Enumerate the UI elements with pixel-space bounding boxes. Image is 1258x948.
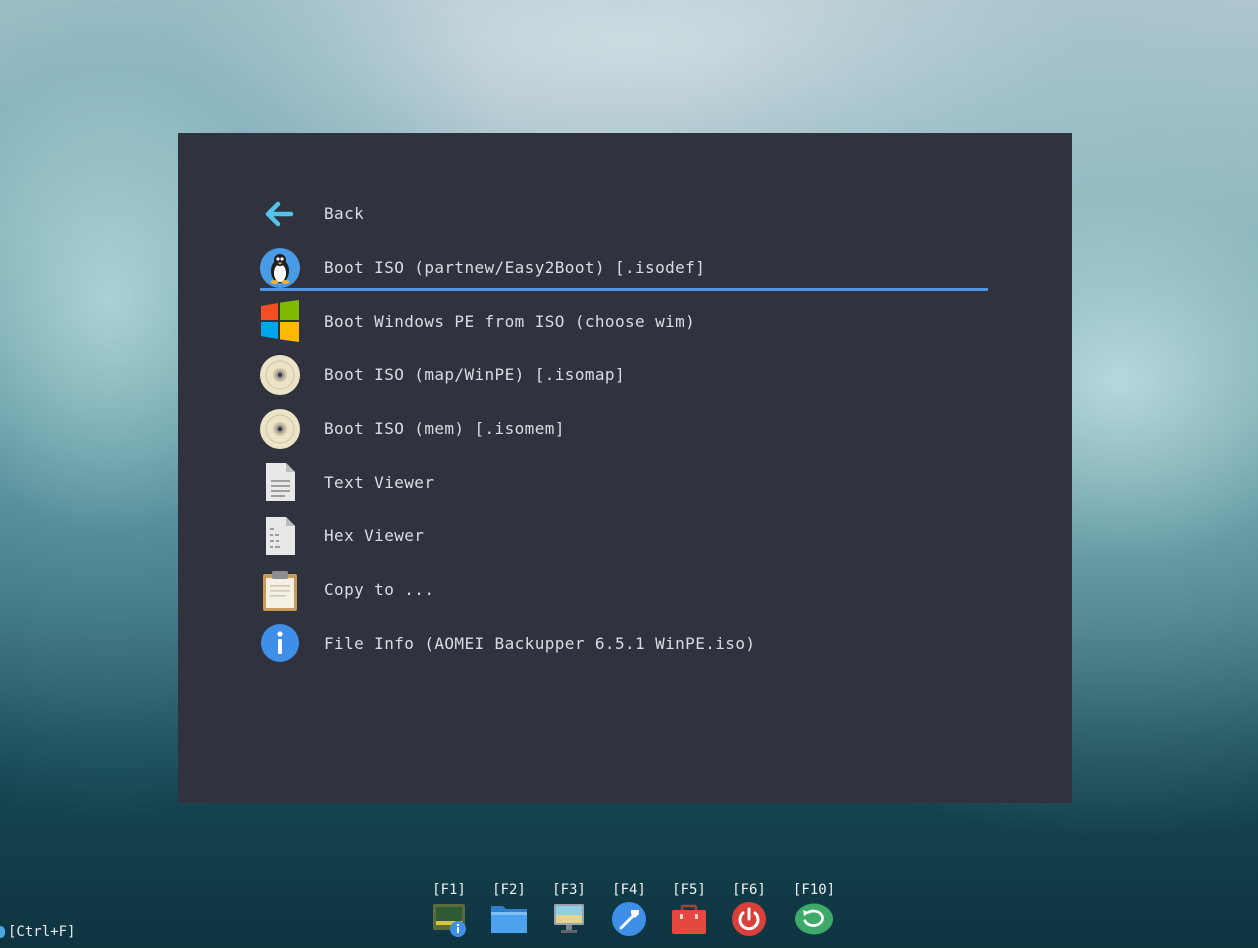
- hotkey-f3[interactable]: [F3]: [539, 880, 599, 938]
- boot-menu-panel: Back Boot ISO (partnew/Easy2Boot) [.isod…: [178, 133, 1072, 803]
- hex-file-icon: [258, 514, 302, 558]
- clipboard-icon: [258, 568, 302, 612]
- hotkey-label: [F5]: [672, 882, 706, 898]
- power-icon: [729, 900, 769, 938]
- menu-item-label: Boot Windows PE from ISO (choose wim): [324, 311, 696, 331]
- linux-tux-icon: [258, 246, 302, 290]
- hotkey-label: [F1]: [432, 882, 466, 898]
- function-key-bar: [F1] [F2] [F3] [F4] [F5] [F6] [F10]: [419, 880, 849, 938]
- search-hotkey-label: [Ctrl+F]: [8, 924, 76, 940]
- monitor-icon: [549, 900, 589, 938]
- menu-item-boot-iso-partnew[interactable]: Boot ISO (partnew/Easy2Boot) [.isodef]: [258, 241, 988, 295]
- boot-menu-list: Back Boot ISO (partnew/Easy2Boot) [.isod…: [258, 187, 988, 670]
- search-indicator-icon: [0, 926, 5, 938]
- menu-item-file-info[interactable]: File Info (AOMEI Backupper 6.5.1 WinPE.i…: [258, 617, 988, 671]
- hotkey-label: [F3]: [552, 882, 586, 898]
- menu-item-label: Hex Viewer: [324, 526, 425, 546]
- menu-item-label: Copy to ...: [324, 580, 435, 600]
- menu-item-boot-iso-map[interactable]: Boot ISO (map/WinPE) [.isomap]: [258, 348, 988, 402]
- menu-item-label: Text Viewer: [324, 472, 435, 492]
- menu-item-label: Boot ISO (mem) [.isomem]: [324, 419, 565, 439]
- back-arrow-icon: [258, 192, 302, 236]
- hotkey-f2[interactable]: [F2]: [479, 880, 539, 938]
- hotkey-label: [F2]: [492, 882, 526, 898]
- menu-item-label: Boot ISO (map/WinPE) [.isomap]: [324, 365, 625, 385]
- disc-icon: [258, 353, 302, 397]
- text-file-icon: [258, 460, 302, 504]
- menu-item-hex-viewer[interactable]: Hex Viewer: [258, 509, 988, 563]
- info-icon: [258, 621, 302, 665]
- hotkey-label: [F10]: [792, 882, 836, 898]
- menu-item-boot-iso-mem[interactable]: Boot ISO (mem) [.isomem]: [258, 402, 988, 456]
- search-hotkey-hint[interactable]: [Ctrl+F]: [0, 924, 75, 940]
- reboot-icon: [794, 900, 834, 938]
- windows-logo-icon: [258, 299, 302, 343]
- menu-item-text-viewer[interactable]: Text Viewer: [258, 455, 988, 509]
- hotkey-f1[interactable]: [F1]: [419, 880, 479, 938]
- menu-item-label: File Info (AOMEI Backupper 6.5.1 WinPE.i…: [324, 633, 756, 653]
- menu-item-copy-to[interactable]: Copy to ...: [258, 563, 988, 617]
- hotkey-label: [F6]: [732, 882, 766, 898]
- menu-item-label: Boot ISO (partnew/Easy2Boot) [.isodef]: [324, 258, 706, 278]
- menu-item-boot-windows-pe[interactable]: Boot Windows PE from ISO (choose wim): [258, 294, 988, 348]
- system-info-icon: [429, 900, 469, 938]
- disc-icon: [258, 407, 302, 451]
- toolbox-icon: [669, 900, 709, 938]
- hotkey-label: [F4]: [612, 882, 646, 898]
- menu-item-back[interactable]: Back: [258, 187, 988, 241]
- hotkey-f6[interactable]: [F6]: [719, 880, 779, 938]
- folder-icon: [489, 900, 529, 938]
- menu-item-label: Back: [324, 204, 365, 224]
- hotkey-f4[interactable]: [F4]: [599, 880, 659, 938]
- hotkey-f5[interactable]: [F5]: [659, 880, 719, 938]
- hotkey-f10[interactable]: [F10]: [779, 880, 849, 938]
- tools-icon: [609, 900, 649, 938]
